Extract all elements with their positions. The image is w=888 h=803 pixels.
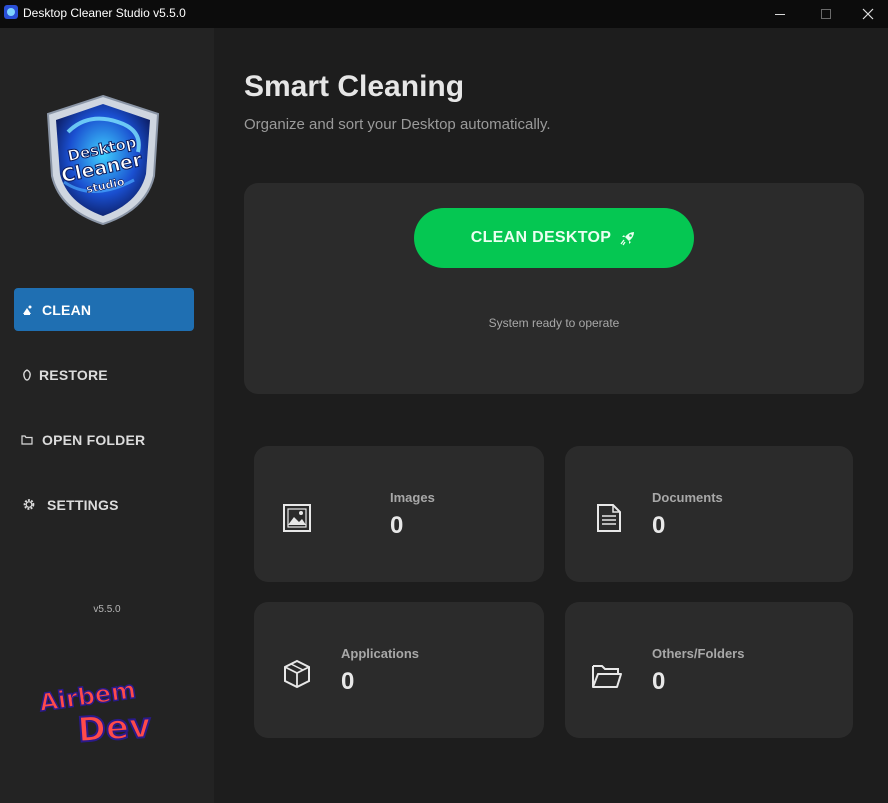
window-title: Desktop Cleaner Studio v5.5.0 (23, 6, 186, 20)
stat-value: 0 (652, 512, 666, 539)
app-logo: Desktop Cleaner studio (46, 94, 160, 226)
stat-label: Images (390, 490, 435, 505)
main-content: Smart Cleaning Organize and sort your De… (214, 28, 888, 803)
restore-icon (20, 368, 34, 382)
sidebar: Desktop Cleaner studio CLEAN RESTORE OPE… (0, 28, 214, 803)
rocket-icon (619, 229, 637, 247)
page-title: Smart Cleaning (244, 70, 465, 103)
action-card: CLEAN DESKTOP System ready to operate (244, 183, 864, 394)
svg-text:Dev: Dev (76, 706, 152, 745)
stat-value: 0 (341, 668, 355, 695)
stat-label: Applications (341, 646, 420, 661)
gear-icon (22, 498, 36, 512)
status-text: System ready to operate (488, 316, 620, 330)
sidebar-item-label: OPEN FOLDER (42, 431, 146, 448)
version-label: v5.5.0 (93, 604, 121, 615)
developer-logo: Airbem Dev (38, 675, 153, 745)
stat-card-documents: Documents 0 (565, 446, 853, 582)
minimize-button[interactable] (757, 0, 803, 28)
sidebar-item-label: SETTINGS (47, 496, 119, 513)
title-bar: Desktop Cleaner Studio v5.5.0 (0, 0, 888, 28)
clean-desktop-button[interactable]: CLEAN DESKTOP (414, 208, 694, 268)
sidebar-item-settings[interactable]: SETTINGS (14, 483, 194, 526)
sidebar-item-restore[interactable]: RESTORE (14, 353, 194, 396)
sidebar-item-clean[interactable]: CLEAN (14, 288, 194, 331)
document-icon (593, 502, 625, 534)
image-icon (281, 502, 313, 534)
folder-icon (591, 660, 623, 692)
clean-desktop-label: CLEAN DESKTOP (470, 229, 612, 246)
stat-card-images: Images 0 (254, 446, 544, 582)
sidebar-item-label: RESTORE (39, 366, 108, 383)
close-icon (862, 8, 874, 20)
maximize-button[interactable] (803, 0, 849, 28)
sidebar-item-open-folder[interactable]: OPEN FOLDER (14, 418, 194, 461)
app-icon (4, 5, 18, 19)
sidebar-item-label: CLEAN (42, 301, 92, 318)
page-subtitle: Organize and sort your Desktop automatic… (244, 116, 551, 133)
folder-icon (20, 433, 34, 447)
stat-card-applications: Applications 0 (254, 602, 544, 738)
broom-icon (20, 303, 34, 317)
minimize-icon (775, 13, 785, 15)
stat-value: 0 (652, 668, 666, 695)
package-icon (281, 658, 313, 690)
stat-label: Documents (652, 490, 723, 505)
app-window: Desktop Cleaner Studio v5.5.0 Desktop Cl… (0, 0, 888, 803)
stat-value: 0 (390, 512, 404, 539)
stat-label: Others/Folders (652, 646, 745, 661)
maximize-icon (821, 9, 831, 19)
stat-card-others: Others/Folders 0 (565, 602, 853, 738)
close-button[interactable] (848, 0, 888, 28)
